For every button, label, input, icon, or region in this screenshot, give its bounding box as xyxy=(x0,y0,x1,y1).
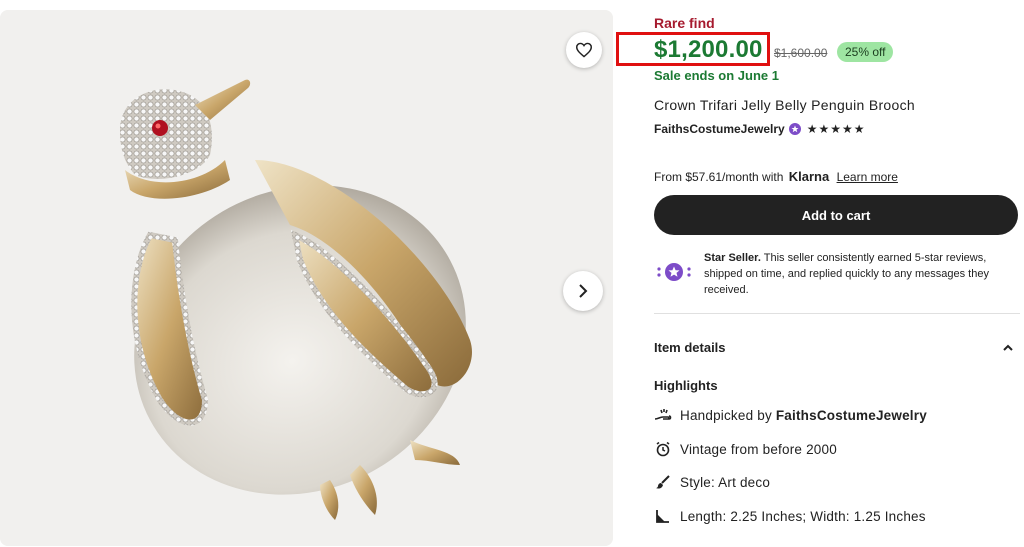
highlights-title: Highlights xyxy=(654,378,718,393)
sale-price: $1,200.00 xyxy=(654,36,763,63)
brush-icon xyxy=(654,473,672,491)
star-seller-badge-icon xyxy=(657,263,691,281)
rare-find-label: Rare find xyxy=(654,15,715,31)
shop-info: FaithsCostumeJewelry ★★★★★ xyxy=(654,122,866,136)
item-details-toggle[interactable]: Item details xyxy=(654,340,1014,355)
highlight-dimensions: Length: 2.25 Inches; Width: 1.25 Inches xyxy=(654,507,926,525)
highlight-handpicked: Handpicked by FaithsCostumeJewelry xyxy=(654,406,927,424)
star-seller-title: Star Seller. xyxy=(704,252,761,264)
learn-more-link[interactable]: Learn more xyxy=(837,170,898,184)
ruler-icon xyxy=(654,507,672,525)
highlight-handpicked-prefix: Handpicked by xyxy=(680,407,776,423)
heart-icon xyxy=(575,42,593,58)
highlight-handpicked-shop[interactable]: FaithsCostumeJewelry xyxy=(776,408,927,423)
star-seller-notice: Star Seller. This seller consistently ea… xyxy=(654,250,1020,298)
alarm-clock-icon xyxy=(654,440,672,458)
highlight-style-text: Style: Art deco xyxy=(680,474,771,490)
shop-name-link[interactable]: FaithsCostumeJewelry xyxy=(654,122,785,136)
highlight-vintage: Vintage from before 2000 xyxy=(654,440,837,458)
next-image-button[interactable] xyxy=(563,271,603,311)
highlight-dimensions-text: Length: 2.25 Inches; Width: 1.25 Inches xyxy=(680,508,926,524)
star-seller-small-icon xyxy=(788,123,801,135)
favorite-button[interactable] xyxy=(566,32,602,68)
discount-badge: 25% off xyxy=(837,42,894,62)
highlight-vintage-text: Vintage from before 2000 xyxy=(680,441,837,457)
hand-icon xyxy=(654,406,672,424)
product-image[interactable] xyxy=(0,10,613,546)
sale-ends-text: Sale ends on June 1 xyxy=(654,68,779,83)
add-to-cart-button[interactable]: Add to cart xyxy=(654,195,1018,235)
penguin-brooch-image xyxy=(0,10,613,546)
klarna-prefix: From $57.61/month with xyxy=(654,170,784,184)
shop-rating-stars: ★★★★★ xyxy=(806,122,866,136)
highlight-style: Style: Art deco xyxy=(654,473,770,491)
original-price: $1,600.00 xyxy=(774,46,828,60)
star-seller-text: Star Seller. This seller consistently ea… xyxy=(704,250,1020,298)
chevron-right-icon xyxy=(579,284,588,298)
section-divider xyxy=(654,313,1020,314)
product-info-panel: Rare find $1,200.00 $1,600.00 25% off Sa… xyxy=(616,0,1020,547)
chevron-up-icon xyxy=(1003,344,1013,351)
klarna-logo: Klarna xyxy=(788,169,830,184)
item-details-header: Item details xyxy=(654,340,726,355)
product-title: Crown Trifari Jelly Belly Penguin Brooch xyxy=(654,97,915,113)
klarna-financing: From $57.61/month with Klarna Learn more xyxy=(654,169,898,184)
